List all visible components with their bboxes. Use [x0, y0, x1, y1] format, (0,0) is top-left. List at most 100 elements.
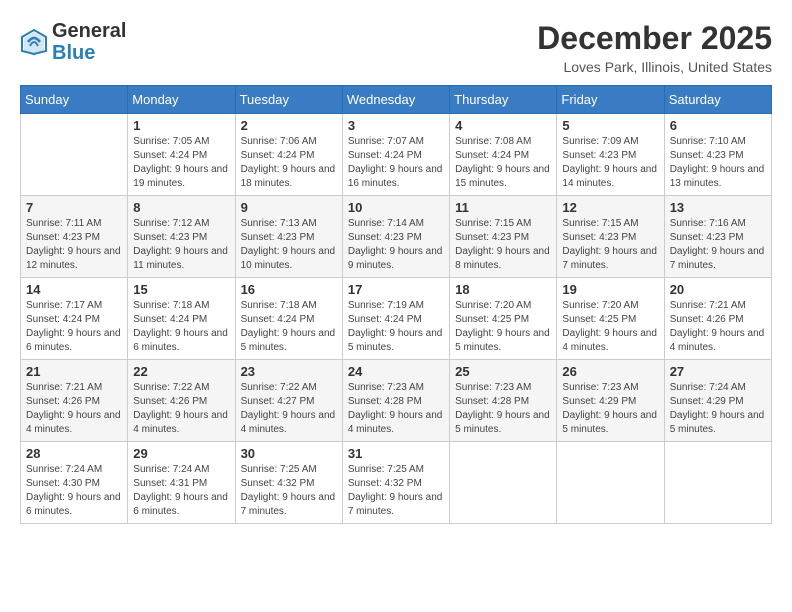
- day-number: 19: [562, 282, 658, 297]
- day-number: 29: [133, 446, 229, 461]
- calendar-cell: 22 Sunrise: 7:22 AMSunset: 4:26 PMDayligh…: [128, 360, 235, 442]
- day-info: Sunrise: 7:13 AMSunset: 4:23 PMDaylight:…: [241, 217, 337, 273]
- calendar-cell: 2Sunrise: 7:06 AMSunset: 4:24 PMDaylight…: [235, 114, 342, 196]
- calendar-header-thursday: Thursday: [450, 86, 557, 114]
- day-info: Sunrise: 7:23 AMSunset: 4:29 PMDaylight:…: [562, 381, 658, 437]
- day-info: Sunrise: 7:23 AMSunset: 4:28 PMDaylight:…: [348, 381, 444, 437]
- day-number: 20: [670, 282, 766, 297]
- calendar-cell: [21, 114, 128, 196]
- day-info: Sunrise: 7:15 AMSunset: 4:23 PMDaylight:…: [455, 217, 551, 273]
- day-info: Sunrise: 7:18 AMSunset: 4:24 PMDaylight:…: [241, 299, 337, 355]
- day-info: Sunrise: 7:24 AMSunset: 4:29 PMDaylight:…: [670, 381, 766, 437]
- day-number: 27: [670, 364, 766, 379]
- day-info: Sunrise: 7:15 AMSunset: 4:23 PMDaylight:…: [562, 217, 658, 273]
- calendar-cell: 25 Sunrise: 7:23 AMSunset: 4:28 PMDayligh…: [450, 360, 557, 442]
- day-info: Sunrise: 7:25 AMSunset: 4:32 PMDaylight:…: [241, 463, 337, 519]
- calendar-header-row: SundayMondayTuesdayWednesdayThursdayFrid…: [21, 86, 772, 114]
- page-header: General Blue December 2025 Loves Park, I…: [20, 20, 772, 75]
- day-info: Sunrise: 7:12 AMSunset: 4:23 PMDaylight:…: [133, 217, 229, 273]
- location-subtitle: Loves Park, Illinois, United States: [537, 59, 772, 75]
- calendar-cell: [557, 442, 664, 524]
- day-number: 24: [348, 364, 444, 379]
- day-info: Sunrise: 7:20 AMSunset: 4:25 PMDaylight:…: [455, 299, 551, 355]
- calendar-cell: 21 Sunrise: 7:21 AMSunset: 4:26 PMDayligh…: [21, 360, 128, 442]
- day-number: 22: [133, 364, 229, 379]
- calendar-cell: 3Sunrise: 7:07 AMSunset: 4:24 PMDaylight…: [342, 114, 449, 196]
- day-info: Sunrise: 7:18 AMSunset: 4:24 PMDaylight:…: [133, 299, 229, 355]
- title-block: December 2025 Loves Park, Illinois, Unit…: [537, 20, 772, 75]
- day-number: 25: [455, 364, 551, 379]
- day-number: 26: [562, 364, 658, 379]
- calendar-cell: 23Sunrise: 7:22 AMSunset: 4:27 PMDayligh…: [235, 360, 342, 442]
- calendar-cell: 29Sunrise: 7:24 AMSunset: 4:31 PMDayligh…: [128, 442, 235, 524]
- day-info: Sunrise: 7:20 AMSunset: 4:25 PMDaylight:…: [562, 299, 658, 355]
- day-info: Sunrise: 7:08 AMSunset: 4:24 PMDaylight:…: [455, 135, 551, 191]
- day-info: Sunrise: 7:11 AMSunset: 4:23 PMDaylight:…: [26, 217, 122, 273]
- day-info: Sunrise: 7:16 AMSunset: 4:23 PMDaylight:…: [670, 217, 766, 273]
- calendar-header-wednesday: Wednesday: [342, 86, 449, 114]
- calendar-header-sunday: Sunday: [21, 86, 128, 114]
- day-number: 17: [348, 282, 444, 297]
- day-number: 13: [670, 200, 766, 215]
- calendar-week-row: 14 Sunrise: 7:17 AMSunset: 4:24 PMDayligh…: [21, 278, 772, 360]
- day-number: 4: [455, 118, 551, 133]
- calendar-header-saturday: Saturday: [664, 86, 771, 114]
- logo-general: General: [52, 20, 126, 42]
- calendar-table: SundayMondayTuesdayWednesdayThursdayFrid…: [20, 85, 772, 524]
- calendar-cell: 8 Sunrise: 7:12 AMSunset: 4:23 PMDaylight…: [128, 196, 235, 278]
- day-info: Sunrise: 7:24 AMSunset: 4:30 PMDaylight:…: [26, 463, 122, 519]
- day-number: 14: [26, 282, 122, 297]
- calendar-cell: 26 Sunrise: 7:23 AMSunset: 4:29 PMDayligh…: [557, 360, 664, 442]
- calendar-header-monday: Monday: [128, 86, 235, 114]
- day-info: Sunrise: 7:22 AMSunset: 4:26 PMDaylight:…: [133, 381, 229, 437]
- calendar-cell: 12Sunrise: 7:15 AMSunset: 4:23 PMDayligh…: [557, 196, 664, 278]
- day-number: 2: [241, 118, 337, 133]
- calendar-cell: 31Sunrise: 7:25 AMSunset: 4:32 PMDayligh…: [342, 442, 449, 524]
- calendar-cell: 5 Sunrise: 7:09 AMSunset: 4:23 PMDaylight…: [557, 114, 664, 196]
- day-number: 10: [348, 200, 444, 215]
- day-info: Sunrise: 7:19 AMSunset: 4:24 PMDaylight:…: [348, 299, 444, 355]
- calendar-cell: 13 Sunrise: 7:16 AMSunset: 4:23 PMDayligh…: [664, 196, 771, 278]
- day-info: Sunrise: 7:10 AMSunset: 4:23 PMDaylight:…: [670, 135, 766, 191]
- logo-icon: [20, 28, 48, 56]
- day-number: 16: [241, 282, 337, 297]
- calendar-header-friday: Friday: [557, 86, 664, 114]
- calendar-cell: 16 Sunrise: 7:18 AMSunset: 4:24 PMDayligh…: [235, 278, 342, 360]
- logo-blue: Blue: [52, 42, 95, 64]
- day-number: 6: [670, 118, 766, 133]
- calendar-cell: 14 Sunrise: 7:17 AMSunset: 4:24 PMDayligh…: [21, 278, 128, 360]
- calendar-cell: 30 Sunrise: 7:25 AMSunset: 4:32 PMDayligh…: [235, 442, 342, 524]
- day-number: 8: [133, 200, 229, 215]
- day-info: Sunrise: 7:21 AMSunset: 4:26 PMDaylight:…: [670, 299, 766, 355]
- calendar-cell: [450, 442, 557, 524]
- logo: General Blue: [20, 20, 126, 64]
- calendar-cell: 24 Sunrise: 7:23 AMSunset: 4:28 PMDayligh…: [342, 360, 449, 442]
- day-info: Sunrise: 7:23 AMSunset: 4:28 PMDaylight:…: [455, 381, 551, 437]
- calendar-week-row: 7 Sunrise: 7:11 AMSunset: 4:23 PMDaylight…: [21, 196, 772, 278]
- month-year-title: December 2025: [537, 20, 772, 57]
- calendar-cell: 28 Sunrise: 7:24 AMSunset: 4:30 PMDayligh…: [21, 442, 128, 524]
- day-number: 18: [455, 282, 551, 297]
- day-number: 21: [26, 364, 122, 379]
- day-number: 30: [241, 446, 337, 461]
- calendar-header-tuesday: Tuesday: [235, 86, 342, 114]
- day-info: Sunrise: 7:14 AMSunset: 4:23 PMDaylight:…: [348, 217, 444, 273]
- day-info: Sunrise: 7:25 AMSunset: 4:32 PMDaylight:…: [348, 463, 444, 519]
- calendar-cell: 11Sunrise: 7:15 AMSunset: 4:23 PMDayligh…: [450, 196, 557, 278]
- calendar-cell: 10 Sunrise: 7:14 AMSunset: 4:23 PMDayligh…: [342, 196, 449, 278]
- calendar-cell: 19 Sunrise: 7:20 AMSunset: 4:25 PMDayligh…: [557, 278, 664, 360]
- day-number: 28: [26, 446, 122, 461]
- day-number: 23: [241, 364, 337, 379]
- day-info: Sunrise: 7:17 AMSunset: 4:24 PMDaylight:…: [26, 299, 122, 355]
- day-number: 3: [348, 118, 444, 133]
- day-number: 5: [562, 118, 658, 133]
- day-info: Sunrise: 7:09 AMSunset: 4:23 PMDaylight:…: [562, 135, 658, 191]
- day-number: 7: [26, 200, 122, 215]
- calendar-cell: 20 Sunrise: 7:21 AMSunset: 4:26 PMDayligh…: [664, 278, 771, 360]
- calendar-cell: 27 Sunrise: 7:24 AMSunset: 4:29 PMDayligh…: [664, 360, 771, 442]
- day-number: 15: [133, 282, 229, 297]
- day-info: Sunrise: 7:21 AMSunset: 4:26 PMDaylight:…: [26, 381, 122, 437]
- logo-text: General Blue: [52, 20, 126, 64]
- calendar-week-row: 28 Sunrise: 7:24 AMSunset: 4:30 PMDayligh…: [21, 442, 772, 524]
- calendar-week-row: 21 Sunrise: 7:21 AMSunset: 4:26 PMDayligh…: [21, 360, 772, 442]
